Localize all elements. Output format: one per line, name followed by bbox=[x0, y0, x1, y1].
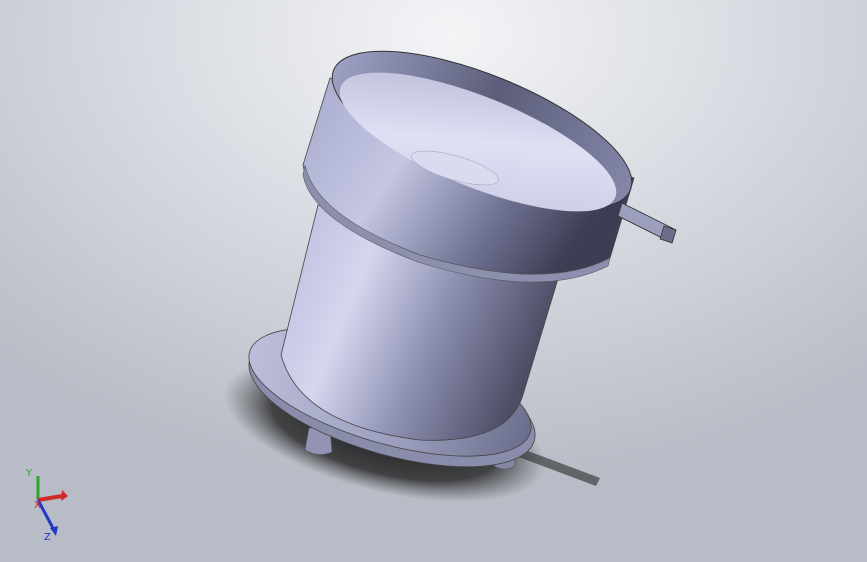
orientation-triad[interactable]: Y X Z bbox=[18, 462, 78, 542]
triad-x-label: X bbox=[34, 500, 41, 511]
model-scene[interactable] bbox=[0, 0, 867, 562]
triad-x-arrowhead bbox=[61, 490, 68, 501]
triad-z-label: Z bbox=[44, 532, 51, 542]
triad-x-axis bbox=[37, 494, 63, 502]
triad-y-label: Y bbox=[25, 468, 33, 479]
graphics-viewport[interactable]: Y X Z bbox=[0, 0, 867, 562]
